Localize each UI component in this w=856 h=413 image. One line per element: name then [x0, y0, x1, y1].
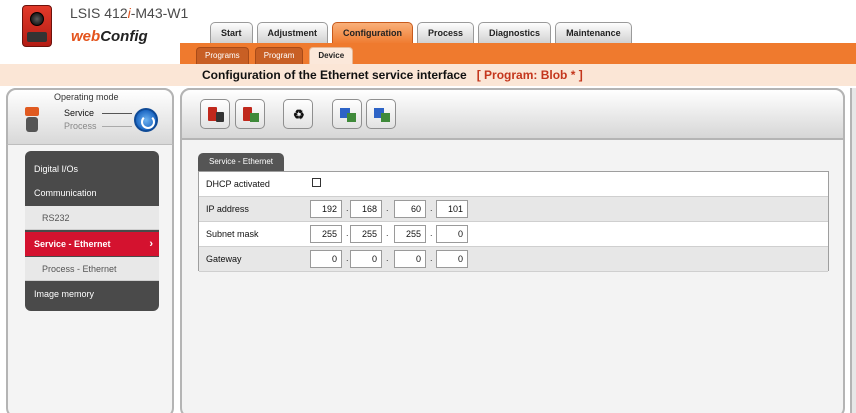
- camera-lens-icon: [30, 12, 44, 26]
- ethernet-form: DHCP activated IP address 192. 168. 60. 101 S…: [198, 171, 829, 272]
- sidebar-item-communication[interactable]: Communication: [25, 181, 159, 205]
- right-edge: [850, 88, 856, 413]
- operating-mode-device-icon: [25, 107, 39, 133]
- sidebar-nav: Digital I/Os Communication RS232 Service - …: [25, 151, 159, 311]
- main-tabs: Start Adjustment Configuration Process Diagn…: [210, 22, 632, 44]
- operating-mode-title: Operating mode: [54, 92, 119, 102]
- octet-separator: .: [430, 228, 433, 238]
- sidebar-item-rs232[interactable]: RS232: [25, 206, 159, 230]
- ip-address-octet-1[interactable]: 192: [310, 200, 342, 218]
- dhcp-checkbox[interactable]: [312, 178, 321, 187]
- gateway-octet-1[interactable]: 0: [310, 250, 342, 268]
- tab-maintenance[interactable]: Maintenance: [555, 22, 632, 44]
- tab-start[interactable]: Start: [210, 22, 253, 44]
- subtab-program[interactable]: Program: [254, 47, 304, 64]
- sidebar-item-service-ethernet[interactable]: Service - Ethernet: [25, 232, 159, 256]
- tab-process[interactable]: Process: [417, 22, 475, 44]
- load-from-device-icon[interactable]: [235, 99, 265, 129]
- page-title: Configuration of the Ethernet service in…: [202, 68, 583, 82]
- octet-separator: .: [346, 253, 349, 263]
- gateway-label: Gateway: [206, 254, 242, 264]
- octet-separator: .: [430, 253, 433, 263]
- download-icon[interactable]: [366, 99, 396, 129]
- subnet-mask-octet-1[interactable]: 255: [310, 225, 342, 243]
- brand-config: Config: [100, 28, 148, 45]
- dhcp-label: DHCP activated: [206, 179, 270, 189]
- device-name-post: -M43-W1: [130, 5, 189, 21]
- tab-configuration[interactable]: Configuration: [332, 22, 414, 44]
- subtab-programs[interactable]: Programs: [196, 47, 249, 64]
- program-indicator: [ Program: Blob * ]: [476, 68, 583, 82]
- recycle-icon[interactable]: ♻: [283, 99, 313, 129]
- gateway-octet-2[interactable]: 0: [350, 250, 382, 268]
- sidebar-item-process-ethernet[interactable]: Process - Ethernet: [25, 257, 159, 281]
- gateway-octet-3[interactable]: 0: [394, 250, 426, 268]
- save-to-device-icon[interactable]: [200, 99, 230, 129]
- gateway-row: Gateway 0. 0. 0. 0: [199, 247, 828, 272]
- subnet-mask-label: Subnet mask: [206, 229, 259, 239]
- operating-mode-switch-icon[interactable]: [134, 108, 158, 132]
- ip-address-octet-2[interactable]: 168: [350, 200, 382, 218]
- toolbar: [180, 88, 845, 140]
- mode-service-label: Service: [64, 108, 95, 118]
- section-tab[interactable]: Service - Ethernet: [198, 153, 285, 171]
- dhcp-row: DHCP activated: [199, 172, 828, 197]
- device-name-pre: LSIS 412: [70, 5, 128, 21]
- ip-address-octet-4[interactable]: 101: [436, 200, 468, 218]
- tab-diagnostics[interactable]: Diagnostics: [478, 22, 552, 44]
- camera-base-icon: [27, 32, 47, 42]
- mode-process-label: Process: [64, 121, 97, 131]
- octet-separator: .: [346, 228, 349, 238]
- brand-logo: webConfig: [71, 28, 148, 45]
- ip-address-octet-3[interactable]: 60: [394, 200, 426, 218]
- subtab-device[interactable]: Device: [309, 47, 354, 64]
- page-title-text: Configuration of the Ethernet service in…: [202, 68, 467, 82]
- sidebar-item-image-memory[interactable]: Image memory: [25, 282, 159, 306]
- sub-tabs: Programs Program Device: [196, 47, 354, 64]
- octet-separator: .: [430, 203, 433, 213]
- webconfig-window: LSIS 412i-M43-W1 webConfig Start Adjustme…: [0, 0, 856, 413]
- octet-separator: .: [386, 203, 389, 213]
- subnet-mask-row: Subnet mask 255. 255. 255. 0: [199, 222, 828, 247]
- tab-adjustment[interactable]: Adjustment: [256, 22, 329, 44]
- upload-icon[interactable]: [332, 99, 362, 129]
- ip-address-label: IP address: [206, 204, 249, 214]
- device-name: LSIS 412i-M43-W1: [70, 5, 188, 21]
- brand-web: web: [71, 28, 101, 45]
- ip-address-row: IP address 192. 168. 60. 101: [199, 197, 828, 222]
- gateway-octet-4[interactable]: 0: [436, 250, 468, 268]
- octet-separator: .: [346, 203, 349, 213]
- device-camera-icon: [22, 5, 52, 47]
- octet-separator: .: [386, 228, 389, 238]
- subnet-mask-octet-3[interactable]: 255: [394, 225, 426, 243]
- subnet-mask-octet-2[interactable]: 255: [350, 225, 382, 243]
- subnet-mask-octet-4[interactable]: 0: [436, 225, 468, 243]
- octet-separator: .: [386, 253, 389, 263]
- mode-process-line: [102, 126, 132, 127]
- mode-service-line: [102, 113, 132, 114]
- sidebar-item-digital-i-os[interactable]: Digital I/Os: [25, 157, 159, 181]
